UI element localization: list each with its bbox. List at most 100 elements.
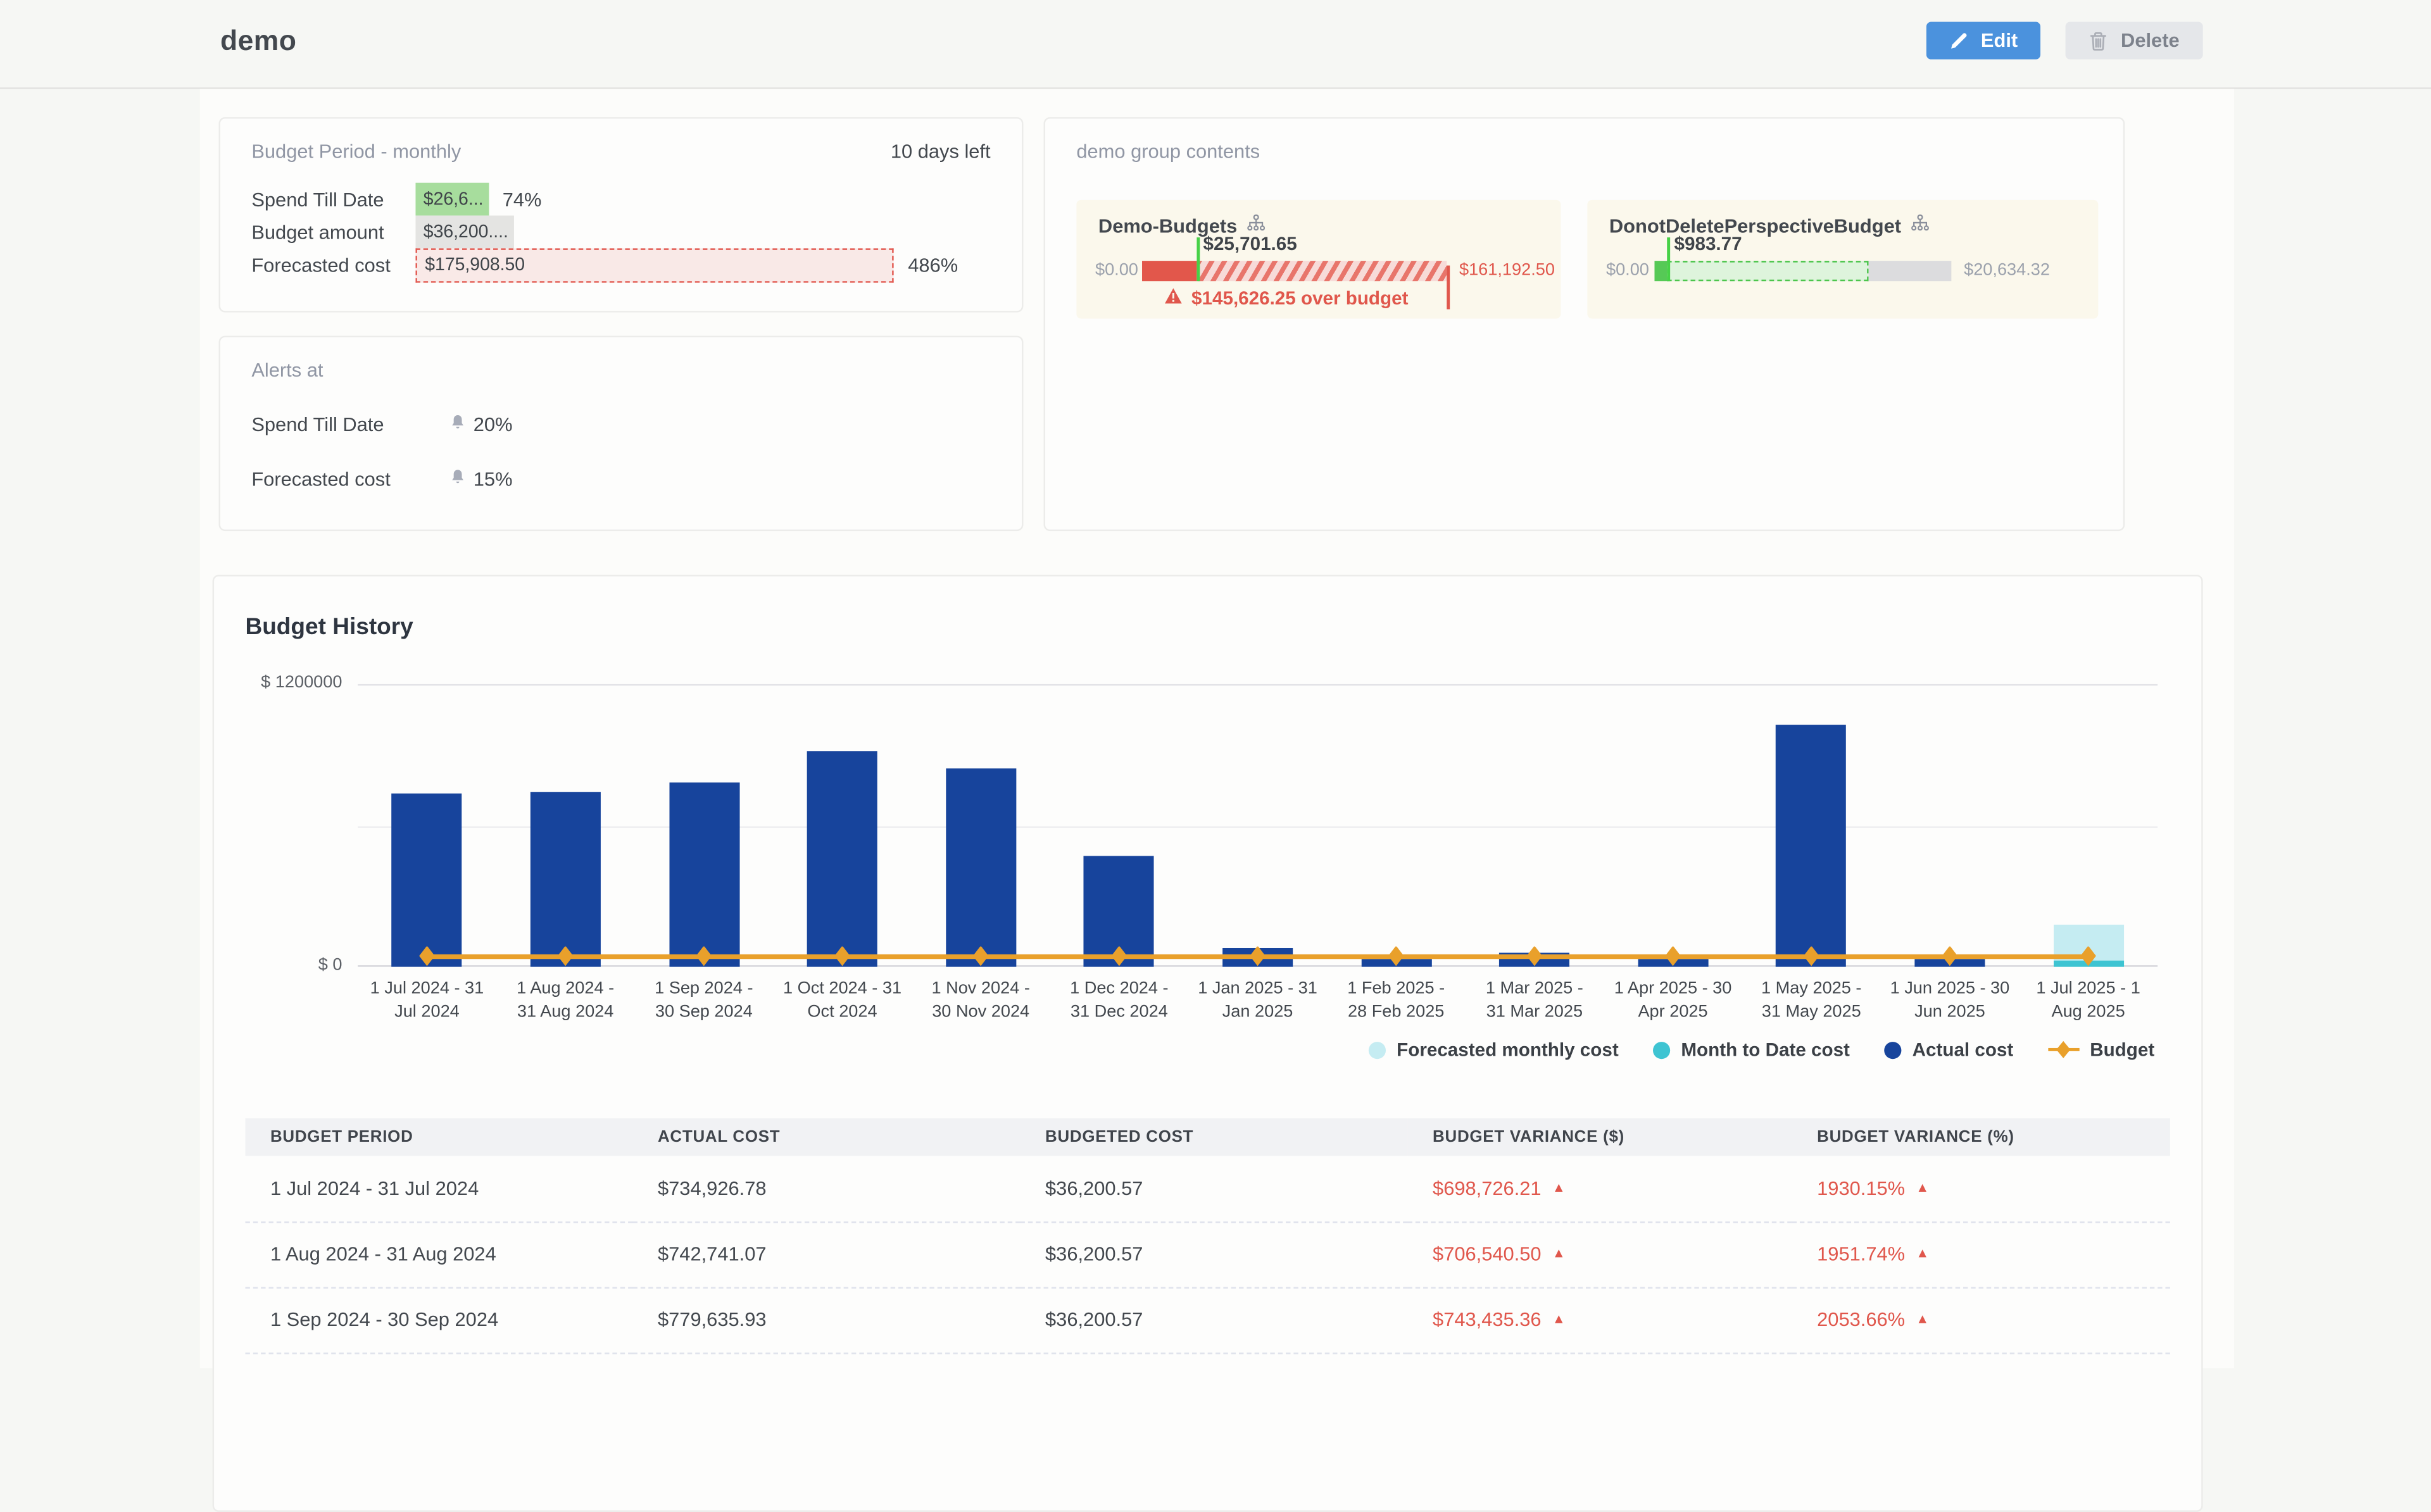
legend-item[interactable]: Budget: [2048, 1039, 2155, 1061]
spend-till-date-row: Spend Till Date $26,6... 74%: [251, 183, 990, 216]
x-axis-label: 1 Aug 2024 - 31 Aug 2024: [496, 978, 635, 1026]
delete-button-label: Delete: [2121, 30, 2180, 52]
legend-item[interactable]: Forecasted monthly cost: [1369, 1039, 1619, 1061]
spend-till-date-bar[interactable]: $26,6...: [415, 183, 488, 216]
table-cell: 1 Sep 2024 - 30 Sep 2024: [245, 1287, 632, 1353]
row-label: Spend Till Date: [251, 188, 415, 210]
actual-cost-bar[interactable]: [1776, 725, 1847, 967]
legend-label: Month to Date cost: [1681, 1039, 1850, 1061]
diamond-icon: [2056, 1041, 2070, 1058]
table-cell: $779,635.93: [632, 1287, 1020, 1353]
budget-history-card: Budget History $ 1200000 $ 0 1 Jul 2024 …: [213, 575, 2203, 1512]
max-label: $20,634.32: [1964, 261, 2050, 281]
spend-percent-label: 74%: [503, 188, 542, 210]
chart-column: [634, 684, 773, 967]
actual-cost-bar[interactable]: [946, 768, 1016, 966]
over-budget-segment: [1197, 261, 1447, 281]
x-axis-label: 1 Feb 2025 - 28 Feb 2025: [1327, 978, 1466, 1026]
legend-dot-icon: [1884, 1041, 1901, 1058]
x-axis-label: 1 Nov 2024 - 30 Nov 2024: [912, 978, 1050, 1026]
x-axis-label: 1 Sep 2024 - 30 Sep 2024: [634, 978, 773, 1026]
table-row: 1 Aug 2024 - 31 Aug 2024$742,741.07$36,2…: [245, 1221, 2170, 1287]
table-row: 1 Sep 2024 - 30 Sep 2024$779,635.93$36,2…: [245, 1287, 2170, 1353]
delete-button[interactable]: Delete: [2066, 22, 2203, 59]
page-title: demo: [220, 25, 296, 58]
actual-cost-bar[interactable]: [392, 794, 462, 967]
up-arrow-icon: ▲: [1552, 1179, 1566, 1195]
top-bar: demo Edit Delete: [0, 0, 2431, 89]
over-budget-warning: $145,626.25 over budget: [1108, 287, 1464, 309]
variance-cell: $706,540.50▲: [1408, 1221, 1792, 1287]
bell-icon: [450, 468, 466, 490]
budget-amount-label: $983.77: [1674, 233, 1742, 255]
budget-period-rows: Spend Till Date $26,6... 74% Budget amou…: [251, 183, 990, 281]
actual-cost-bar[interactable]: [531, 792, 601, 966]
x-axis-label: 1 Jul 2024 - 31 Jul 2024: [358, 978, 496, 1026]
legend-item[interactable]: Actual cost: [1884, 1039, 2013, 1061]
legend-item[interactable]: Month to Date cost: [1653, 1039, 1850, 1061]
variance-cell: $743,435.36▲: [1408, 1287, 1792, 1353]
chart-column: [1327, 684, 1466, 967]
actual-cost-bar[interactable]: [807, 751, 877, 967]
budget-amount-bar[interactable]: $36,200....: [415, 216, 513, 249]
chart-column: [358, 684, 496, 967]
org-chart-icon: [1911, 214, 1930, 237]
x-axis-label: 1 Dec 2024 - 31 Dec 2024: [1050, 978, 1189, 1026]
y-axis-max-label: $ 1200000: [223, 673, 342, 692]
x-axis-label: 1 May 2025 - 31 May 2025: [1742, 978, 1881, 1026]
x-axis-label: 1 Apr 2025 - 30 Apr 2025: [1604, 978, 1742, 1026]
chart-column: [1881, 684, 2020, 967]
column-header: BUDGET VARIANCE ($): [1408, 1118, 1792, 1156]
budget-tick: [1197, 237, 1200, 281]
actual-cost-bar[interactable]: [669, 783, 739, 966]
warning-icon: [1164, 287, 1183, 309]
spent-segment: [1654, 261, 1666, 281]
edit-button[interactable]: Edit: [1926, 22, 2042, 59]
chart-column: [773, 684, 912, 967]
legend-dot-icon: [1369, 1041, 1386, 1058]
budget-table: BUDGET PERIODACTUAL COSTBUDGETED COSTBUD…: [245, 1118, 2170, 1353]
legend-dot-icon: [1653, 1041, 1670, 1058]
budget-amount-label: $25,701.65: [1203, 233, 1297, 255]
forecasted-cost-bar[interactable]: $175,908.50: [415, 247, 894, 282]
group-contents-title: demo group contents: [1076, 141, 1260, 163]
x-axis-label: 1 Jan 2025 - 31 Jan 2025: [1188, 978, 1327, 1026]
mini-budget-card-demo-budgets[interactable]: Demo-Budgets $0.00 $25,701.65 $161,192.5…: [1076, 200, 1561, 319]
table-cell: $36,200.57: [1021, 1156, 1408, 1221]
budget-period-card: Budget Period - monthly 10 days left Spe…: [219, 117, 1024, 312]
mini-budget-bar[interactable]: [1654, 261, 1951, 281]
mini-budget-name[interactable]: DonotDeletePerspectiveBudget: [1609, 215, 1901, 237]
table-cell: 1 Aug 2024 - 31 Aug 2024: [245, 1221, 632, 1287]
alert-row-forecast: Forecasted cost 15%: [251, 464, 990, 495]
up-arrow-icon: ▲: [1916, 1245, 1929, 1261]
spent-segment: [1142, 261, 1197, 281]
over-budget-warning-text: $145,626.25 over budget: [1191, 287, 1408, 309]
chart-column: [912, 684, 1050, 967]
x-axis-label: 1 Mar 2025 - 31 Mar 2025: [1466, 978, 1604, 1026]
alert-row-spend: Spend Till Date 20%: [251, 409, 990, 440]
table-cell: $36,200.57: [1021, 1287, 1408, 1353]
remaining-segment: [1868, 261, 1951, 281]
mini-budget-bar[interactable]: [1142, 261, 1447, 281]
min-label: $0.00: [1606, 261, 1649, 281]
row-label: Forecasted cost: [251, 254, 415, 276]
alert-threshold-value: 20%: [474, 414, 513, 436]
forecast-segment: [1666, 261, 1868, 281]
up-arrow-icon: ▲: [1552, 1245, 1566, 1261]
budget-value: $36,200....: [424, 223, 508, 242]
column-header: BUDGETED COST: [1021, 1118, 1408, 1156]
y-axis-zero-label: $ 0: [223, 956, 342, 975]
chart-column: [1188, 684, 1327, 967]
variance-cell: 1951.74%▲: [1792, 1221, 2170, 1287]
chart-column: [1466, 684, 1604, 967]
table-cell: $742,741.07: [632, 1221, 1020, 1287]
forecast-percent-label: 486%: [908, 254, 958, 276]
budget-history-title: Budget History: [245, 614, 413, 640]
up-arrow-icon: ▲: [1916, 1179, 1929, 1195]
mini-budget-card-donotdelete[interactable]: DonotDeletePerspectiveBudget $0.00 $983.…: [1587, 200, 2098, 319]
budget-amount-row: Budget amount $36,200....: [251, 216, 990, 249]
budget-period-card-title: Budget Period - monthly: [251, 141, 461, 163]
alerts-card: Alerts at Spend Till Date 20% Forecasted…: [219, 336, 1024, 531]
chart-column: [1742, 684, 1881, 967]
budget-table-wrap: BUDGET PERIODACTUAL COSTBUDGETED COSTBUD…: [245, 1118, 2170, 1353]
